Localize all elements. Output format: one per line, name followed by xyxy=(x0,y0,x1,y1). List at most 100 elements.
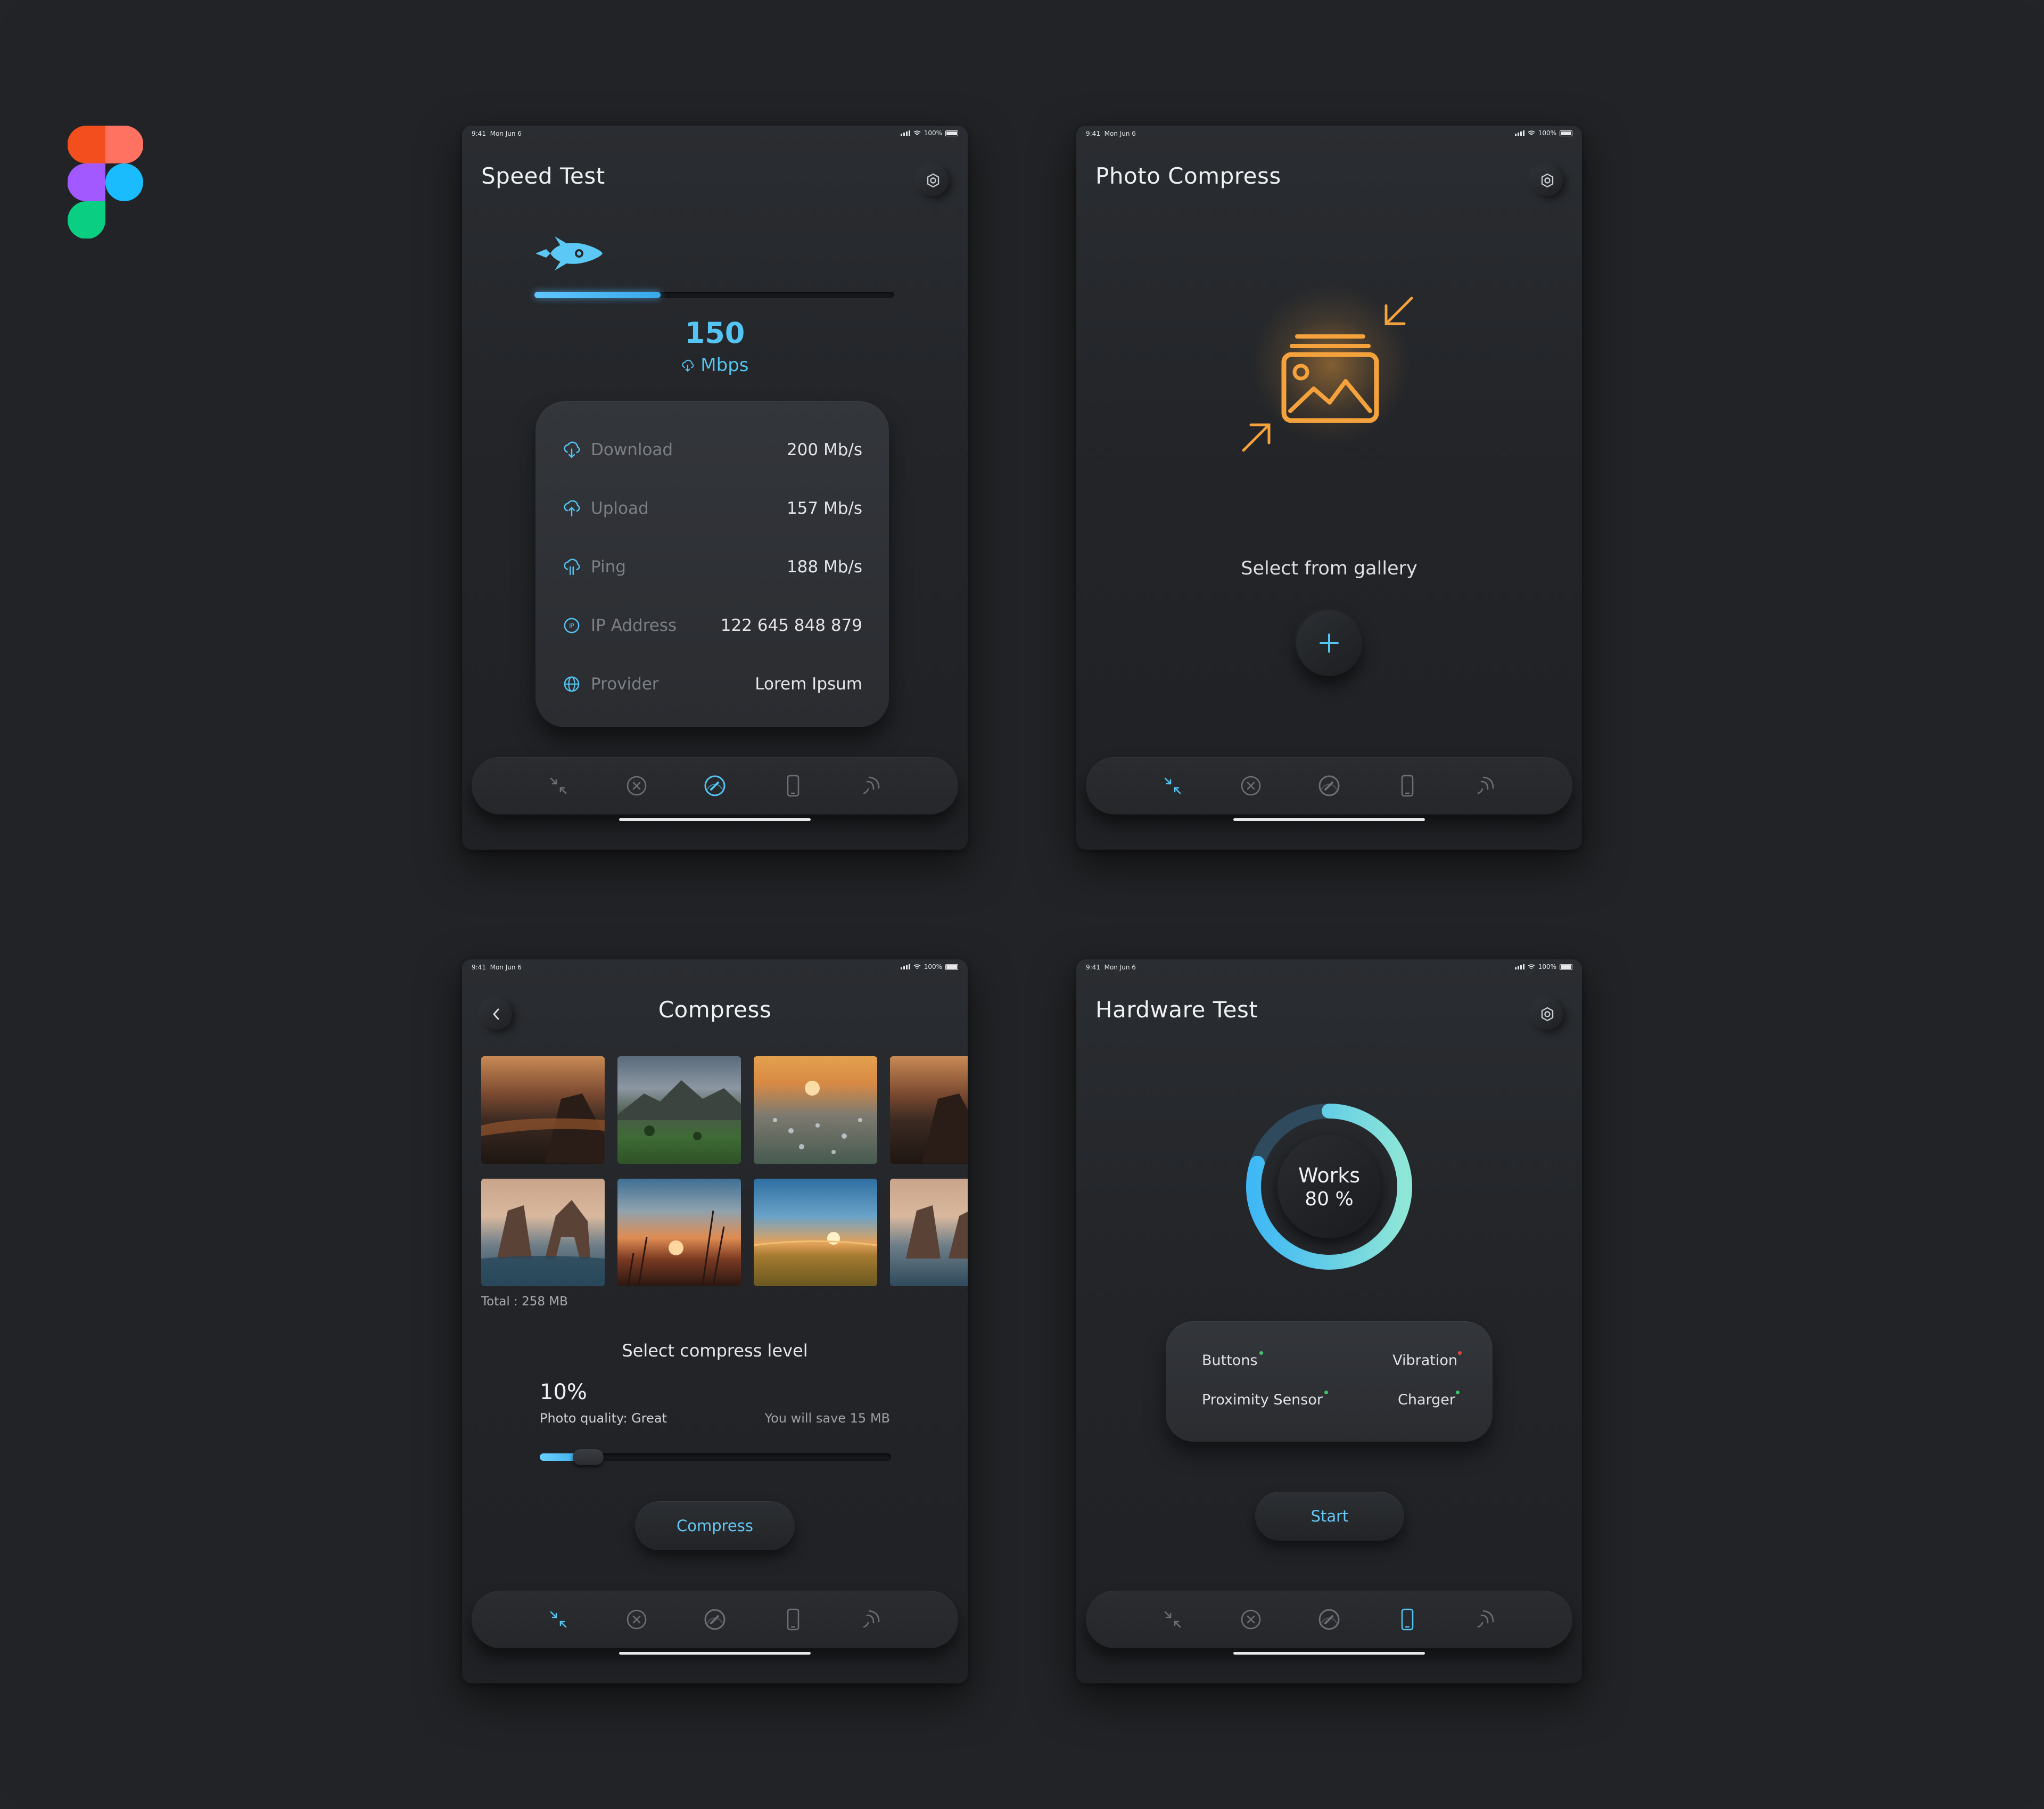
hw-item-label: Proximity Sensor xyxy=(1202,1392,1323,1408)
tab-speedometer-icon[interactable] xyxy=(701,1606,729,1633)
save-estimate: You will save 15 MB xyxy=(764,1411,890,1426)
tab-phone-icon[interactable] xyxy=(779,1606,807,1633)
tab-compress-icon[interactable] xyxy=(1159,772,1186,800)
tab-bar xyxy=(472,757,958,815)
tab-phone-icon[interactable] xyxy=(1394,1606,1421,1633)
tab-bar xyxy=(1086,1591,1572,1648)
close-circle-icon xyxy=(1241,776,1261,796)
tab-signal-icon[interactable] xyxy=(1472,772,1499,800)
home-indicator xyxy=(619,1652,811,1655)
tab-close-circle-icon[interactable] xyxy=(1237,1606,1265,1633)
battery-percent: 100% xyxy=(924,129,942,137)
tab-compress-icon[interactable] xyxy=(545,772,572,800)
photo-thumbnail[interactable] xyxy=(754,1056,877,1164)
battery-percent: 100% xyxy=(1538,129,1556,137)
wifi-icon xyxy=(913,130,921,135)
status-bar: 9:41 Mon Jun 6 100% xyxy=(1076,959,1582,974)
compress-button[interactable]: Compress xyxy=(635,1501,795,1550)
cloud-ping-icon xyxy=(564,558,580,575)
cloud-download-icon xyxy=(682,359,694,372)
phone-icon xyxy=(1401,775,1414,797)
speedometer-icon xyxy=(704,1609,726,1630)
settings-button[interactable] xyxy=(1532,165,1563,196)
battery-percent: 100% xyxy=(924,963,942,971)
tab-speedometer-icon[interactable] xyxy=(1315,1606,1343,1633)
ip-icon: IP xyxy=(564,618,580,634)
close-circle-icon xyxy=(627,776,647,796)
speed-unit-label: Mbps xyxy=(700,355,749,376)
home-indicator xyxy=(1233,1652,1425,1655)
settings-button[interactable] xyxy=(918,165,949,196)
add-photo-button[interactable] xyxy=(1296,610,1362,676)
home-indicator xyxy=(1233,818,1425,821)
stat-row-download: Download 200 Mb/s xyxy=(562,437,862,463)
start-button[interactable]: Start xyxy=(1255,1492,1404,1541)
signal-icon xyxy=(863,1610,879,1628)
canvas xyxy=(0,0,2044,1809)
hardware-test-screen: 9:41 Mon Jun 6 100% Hardware Test Works … xyxy=(1076,959,1582,1683)
gear-icon xyxy=(1541,1007,1554,1022)
photo-thumbnail[interactable] xyxy=(890,1179,968,1286)
compress-percent: 10% xyxy=(540,1380,587,1404)
cloud-download-icon xyxy=(564,441,580,458)
speedometer-icon xyxy=(1318,1609,1340,1630)
status-dot-ok xyxy=(1456,1391,1460,1394)
status-time: 9:41 Mon Jun 6 xyxy=(472,130,522,137)
tab-compress-icon[interactable] xyxy=(545,1606,572,1633)
settings-button[interactable] xyxy=(1532,999,1563,1030)
photo-compress-screen: 9:41 Mon Jun 6 100% Photo Compress Selec… xyxy=(1076,126,1582,850)
tab-phone-icon[interactable] xyxy=(779,772,807,800)
photo-compress-illustration xyxy=(1242,264,1413,452)
tab-phone-icon[interactable] xyxy=(1394,772,1421,800)
photo-thumbnail[interactable] xyxy=(890,1056,968,1164)
photo-thumbnail[interactable] xyxy=(481,1056,605,1164)
close-circle-icon xyxy=(1241,1609,1261,1630)
select-level-label: Select compress level xyxy=(622,1341,808,1361)
stat-row-ping: Ping 188 Mb/s xyxy=(562,554,862,580)
compress-slider[interactable] xyxy=(540,1449,891,1465)
status-time: 9:41 Mon Jun 6 xyxy=(472,964,522,971)
tab-speedometer-icon[interactable] xyxy=(1315,772,1343,800)
progress-label: Works 80 % xyxy=(1278,1135,1381,1238)
photo-thumbnail[interactable] xyxy=(617,1179,741,1286)
photo-thumbnail[interactable] xyxy=(481,1179,605,1286)
phone-icon xyxy=(1401,1608,1414,1631)
battery-percent: 100% xyxy=(1538,963,1556,971)
photo-thumbnail[interactable] xyxy=(617,1056,741,1164)
stat-value: 122 645 848 879 xyxy=(720,616,862,635)
cloud-upload-icon xyxy=(564,500,580,517)
stat-label: Provider xyxy=(591,675,659,694)
hw-item-proximity-sensor: Proximity Sensor xyxy=(1202,1391,1328,1408)
signal-strength-icon xyxy=(900,130,910,136)
wifi-icon xyxy=(913,964,921,969)
signal-icon xyxy=(1477,1610,1494,1628)
speedometer-icon xyxy=(704,775,726,796)
speed-test-screen: 9:41 Mon Jun 6 100% Speed Test 150 Mbps xyxy=(462,126,968,850)
phone-icon xyxy=(787,775,800,797)
status-dot-ok xyxy=(1324,1391,1328,1394)
speed-progress-fill xyxy=(534,292,661,298)
status-indicators: 100% xyxy=(1514,963,1572,971)
tab-signal-icon[interactable] xyxy=(1472,1606,1499,1633)
battery-icon xyxy=(945,130,958,136)
tab-close-circle-icon[interactable] xyxy=(1237,772,1265,800)
works-percent: 80 % xyxy=(1305,1188,1354,1210)
battery-icon xyxy=(1560,130,1572,136)
stat-label: Ping xyxy=(591,557,626,577)
signal-strength-icon xyxy=(900,964,910,969)
photo-thumbnail[interactable] xyxy=(754,1179,877,1286)
tab-signal-icon[interactable] xyxy=(858,772,885,800)
status-dot-ok xyxy=(1259,1351,1263,1355)
speed-progress-bar xyxy=(534,292,894,298)
signal-icon xyxy=(863,776,879,794)
works-label: Works xyxy=(1298,1163,1361,1187)
tab-compress-icon[interactable] xyxy=(1159,1606,1186,1633)
tab-close-circle-icon[interactable] xyxy=(623,772,650,800)
compress-icon xyxy=(1165,777,1181,794)
stat-label: IP Address xyxy=(591,616,677,635)
compress-slider-handle[interactable] xyxy=(573,1449,604,1465)
tab-signal-icon[interactable] xyxy=(858,1606,885,1633)
status-time: 9:41 Mon Jun 6 xyxy=(1086,964,1136,971)
tab-speedometer-icon[interactable] xyxy=(701,772,729,800)
tab-close-circle-icon[interactable] xyxy=(623,1606,650,1633)
